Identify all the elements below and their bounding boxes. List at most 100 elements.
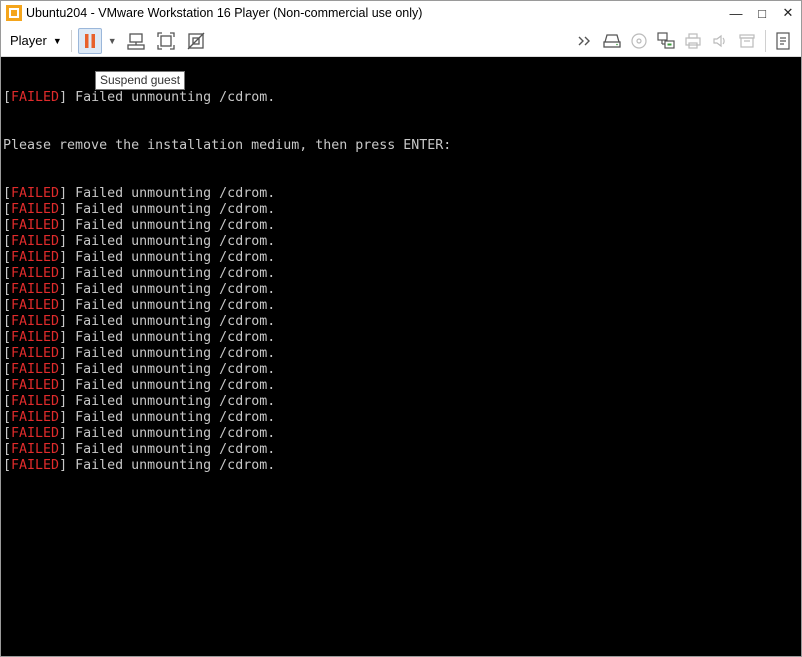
send-ctrl-alt-del-button[interactable] [123,28,149,54]
usb-button[interactable] [734,28,760,54]
console-message: Failed unmounting /cdrom. [67,346,276,361]
console-message: Failed unmounting /cdrom. [67,266,276,281]
console-repeated-lines: [FAILED] Failed unmounting /cdrom. [FAILE… [3,186,799,474]
failed-status: FAILED [11,330,60,345]
failed-status: FAILED [11,202,60,217]
network-adapter-button[interactable] [653,28,679,54]
console-line: [FAILED] Failed unmounting /cdrom. [3,378,276,393]
console-message: Failed unmounting /cdrom. [67,282,276,297]
failed-status: FAILED [11,458,60,473]
failed-status: FAILED [11,234,60,249]
sound-card-button[interactable] [707,28,733,54]
minimize-button[interactable]: — [723,1,749,25]
unity-icon [187,32,205,49]
pause-icon [84,33,95,48]
chevron-double-right-icon [578,36,590,45]
failed-status: FAILED [11,426,60,441]
vmware-player-window: Ubuntu204 - VMware Workstation 16 Player… [0,0,802,657]
window-title: Ubuntu204 - VMware Workstation 16 Player… [26,6,423,20]
console-message: Failed unmounting /cdrom. [67,90,276,105]
console-line: [FAILED] Failed unmounting /cdrom. [3,282,276,297]
player-menu-label: Player [10,33,47,48]
console-message: Failed unmounting /cdrom. [67,234,276,249]
removable-drive-button[interactable] [599,28,625,54]
removable-drive-icon [603,33,621,48]
maximize-button[interactable]: □ [749,1,775,25]
console-prompt-line: Please remove the installation medium, t… [3,138,452,153]
console-message: Failed unmounting /cdrom. [67,330,276,345]
network-adapter-icon [657,31,675,49]
console-message: Failed unmounting /cdrom. [67,362,276,377]
failed-status: FAILED [11,346,60,361]
failed-status: FAILED [11,410,60,425]
close-button[interactable]: ✕ [775,1,801,25]
cd-dvd-button[interactable] [626,28,652,54]
title-bar[interactable]: Ubuntu204 - VMware Workstation 16 Player… [1,1,801,25]
power-options-dropdown[interactable]: ▼ [108,36,117,46]
vmware-logo-icon [6,5,22,21]
console-line: [FAILED] Failed unmounting /cdrom. [3,250,276,265]
console-line: [FAILED] Failed unmounting /cdrom. [3,362,276,377]
more-devices-button[interactable] [572,28,598,54]
console-message: Failed unmounting /cdrom. [67,250,276,265]
console-line: [FAILED] Failed unmounting /cdrom. [3,410,276,425]
console-line: [FAILED] Failed unmounting /cdrom. [3,202,276,217]
console-message: Failed unmounting /cdrom. [67,186,276,201]
console-line: [FAILED] Failed unmounting /cdrom. [3,330,276,345]
full-screen-icon [157,31,175,50]
send-ctrl-alt-del-icon [127,32,145,50]
console-line: [FAILED] Failed unmounting /cdrom. [3,426,276,441]
failed-status: FAILED [11,394,60,409]
full-screen-button[interactable] [153,28,179,54]
failed-status: FAILED [11,362,60,377]
toolbar-divider [765,29,766,52]
console-line: [FAILED] Failed unmounting /cdrom. [3,90,276,105]
printer-button[interactable] [680,28,706,54]
console-message: Failed unmounting /cdrom. [67,394,276,409]
toolbar-divider [70,29,72,52]
failed-status: FAILED [11,266,60,281]
usb-icon [739,33,755,48]
console-line: [FAILED] Failed unmounting /cdrom. [3,442,276,457]
console-message: Failed unmounting /cdrom. [67,410,276,425]
player-menu-button[interactable]: Player ▼ [7,29,65,53]
failed-status: FAILED [11,186,60,201]
console-line: [FAILED] Failed unmounting /cdrom. [3,218,276,233]
cd-icon [631,32,647,49]
console-line: [FAILED] Failed unmounting /cdrom. [3,394,276,409]
failed-status: FAILED [11,442,60,457]
console-line: [FAILED] Failed unmounting /cdrom. [3,234,276,249]
failed-status: FAILED [11,218,60,233]
vm-console[interactable]: [FAILED] Failed unmounting /cdrom. Pleas… [3,58,799,654]
console-message: Failed unmounting /cdrom. [67,314,276,329]
console-message: Failed unmounting /cdrom. [67,218,276,233]
console-message: Failed unmounting /cdrom. [67,378,276,393]
window-controls: — □ ✕ [723,1,801,25]
notes-icon [776,31,790,50]
console-message: Failed unmounting /cdrom. [67,458,276,473]
device-toolbar [572,25,797,56]
printer-icon [685,32,701,49]
console-line: [FAILED] Failed unmounting /cdrom. [3,266,276,281]
console-message: Failed unmounting /cdrom. [67,442,276,457]
suspend-guest-tooltip: Suspend guest [95,71,186,90]
failed-status: FAILED [11,250,60,265]
console-line: [FAILED] Failed unmounting /cdrom. [3,298,276,313]
failed-status: FAILED [11,282,60,297]
failed-status: FAILED [11,90,60,105]
console-line: [FAILED] Failed unmounting /cdrom. [3,314,276,329]
console-message: Failed unmounting /cdrom. [67,426,276,441]
console-line: [FAILED] Failed unmounting /cdrom. [3,346,276,361]
failed-status: FAILED [11,298,60,313]
failed-status: FAILED [11,378,60,393]
console-message: Failed unmounting /cdrom. [67,298,276,313]
console-line: [FAILED] Failed unmounting /cdrom. [3,186,276,201]
console-message: Failed unmounting /cdrom. [67,202,276,217]
toolbar: Player ▼ ▼ [1,25,801,57]
unity-button[interactable] [183,28,209,54]
failed-status: FAILED [11,314,60,329]
audio-icon [713,34,725,47]
suspend-guest-button[interactable] [77,27,102,54]
message-log-button[interactable] [770,28,796,54]
console-line: [FAILED] Failed unmounting /cdrom. [3,458,276,473]
